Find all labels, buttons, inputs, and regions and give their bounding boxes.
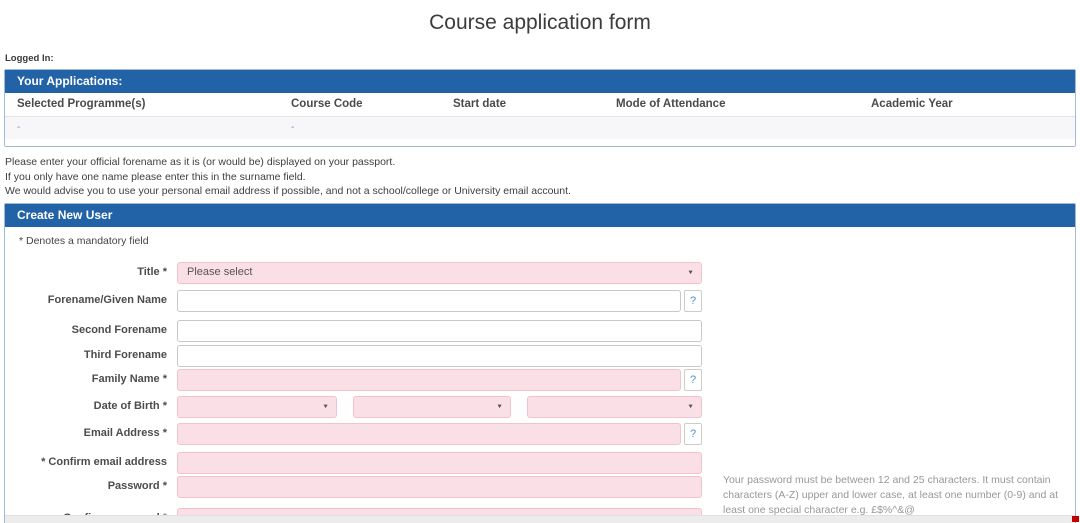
- instruction-line-2: If you only have one name please enter t…: [5, 170, 1080, 185]
- cell-academic-year: [871, 122, 1075, 134]
- third-forename-input[interactable]: [177, 345, 702, 367]
- page-title: Course application form: [0, 10, 1080, 36]
- second-forename-label: Second Forename: [17, 324, 177, 337]
- family-name-help-button[interactable]: ?: [684, 369, 702, 391]
- your-applications-panel: Your Applications: Selected Programme(s)…: [4, 69, 1076, 147]
- confirm-email-label: * Confirm email address: [17, 456, 177, 469]
- question-icon: ?: [690, 295, 696, 307]
- question-icon: ?: [690, 374, 696, 386]
- dob-year-select[interactable]: ▼: [527, 396, 702, 418]
- course-application-page: Course application form Logged In: Your …: [0, 0, 1080, 523]
- second-forename-input[interactable]: [177, 320, 702, 342]
- mandatory-field-note: * Denotes a mandatory field: [19, 235, 1063, 248]
- red-marker: [1072, 516, 1079, 522]
- column-header-mode-of-attendance: Mode of Attendance: [616, 98, 871, 111]
- cell-mode-of-attendance: [616, 122, 871, 134]
- logged-in-label: Logged In:: [5, 53, 1080, 65]
- third-forename-label: Third Forename: [17, 349, 177, 362]
- column-header-academic-year: Academic Year: [871, 98, 1075, 111]
- create-new-user-header: Create New User: [5, 204, 1075, 227]
- cell-programme: -: [17, 122, 291, 134]
- table-spacer: [5, 139, 1075, 146]
- third-forename-row: Third Forename: [17, 345, 1063, 367]
- dropdown-arrow-icon: ▼: [496, 404, 503, 410]
- dropdown-arrow-icon: ▼: [687, 404, 694, 410]
- cell-start-date: [453, 122, 616, 134]
- dob-day-select[interactable]: ▼: [177, 396, 337, 418]
- family-name-input[interactable]: [177, 369, 681, 391]
- password-label: Password *: [17, 480, 177, 493]
- password-row: Password * Your password must be between…: [17, 476, 1063, 498]
- email-label: Email Address *: [17, 427, 177, 440]
- title-row: Title * Please select ▼: [17, 262, 1063, 284]
- dropdown-arrow-icon: ▼: [687, 270, 694, 276]
- email-help-button[interactable]: ?: [684, 423, 702, 445]
- forename-label: Forename/Given Name: [17, 294, 177, 307]
- email-row: Email Address * ?: [17, 423, 1063, 445]
- applications-table-header: Selected Programme(s) Course Code Start …: [5, 93, 1075, 117]
- forename-row: Forename/Given Name ?: [17, 290, 1063, 312]
- your-applications-header: Your Applications:: [5, 70, 1075, 93]
- column-header-start-date: Start date: [453, 98, 616, 111]
- instructions-block: Please enter your official forename as i…: [5, 155, 1080, 199]
- create-new-user-form: * Denotes a mandatory field Title * Plea…: [5, 227, 1075, 523]
- title-select[interactable]: Please select ▼: [177, 262, 702, 284]
- password-input[interactable]: [177, 476, 702, 498]
- confirm-email-input[interactable]: [177, 452, 702, 474]
- instruction-line-1: Please enter your official forename as i…: [5, 155, 1080, 170]
- cell-course-code: -: [291, 122, 453, 134]
- forename-help-button[interactable]: ?: [684, 290, 702, 312]
- confirm-email-row: * Confirm email address: [17, 452, 1063, 474]
- dob-month-select[interactable]: ▼: [353, 396, 511, 418]
- create-new-user-panel: Create New User * Denotes a mandatory fi…: [4, 203, 1076, 523]
- next-section-strip: [5, 515, 1075, 523]
- second-forename-row: Second Forename: [17, 320, 1063, 342]
- date-of-birth-row: Date of Birth * ▼ ▼ ▼: [17, 396, 1063, 418]
- column-header-selected-programmes: Selected Programme(s): [17, 98, 291, 111]
- family-name-label: Family Name *: [17, 373, 177, 386]
- email-input[interactable]: [177, 423, 681, 445]
- title-select-value: Please select: [187, 266, 252, 279]
- dropdown-arrow-icon: ▼: [322, 404, 329, 410]
- forename-input[interactable]: [177, 290, 681, 312]
- title-label: Title *: [17, 266, 177, 279]
- column-header-course-code: Course Code: [291, 98, 453, 111]
- date-of-birth-label: Date of Birth *: [17, 400, 177, 413]
- question-icon: ?: [690, 428, 696, 440]
- instruction-line-3: We would advise you to use your personal…: [5, 184, 1080, 199]
- applications-table-row: - -: [5, 117, 1075, 139]
- family-name-row: Family Name * ?: [17, 369, 1063, 391]
